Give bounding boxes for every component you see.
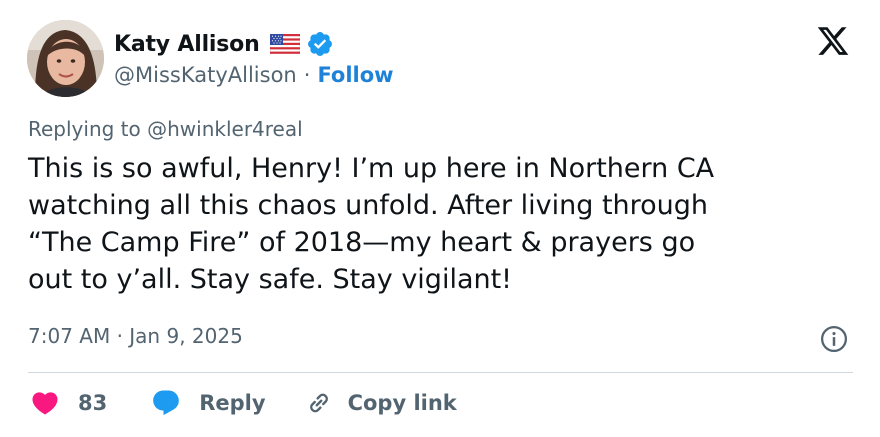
author-handle-row: @MissKatyAllison · Follow [114,61,394,89]
like-button[interactable]: 83 [30,388,107,418]
info-icon[interactable] [819,324,849,354]
heart-icon [32,392,58,415]
author-name-row: Katy Allison [114,28,334,60]
reply-label: Reply [199,391,266,415]
divider [28,372,853,373]
x-logo-icon[interactable] [815,24,851,58]
follow-button[interactable]: Follow [317,63,393,87]
like-count: 83 [78,391,108,415]
verified-badge-icon [307,32,332,56]
link-icon [309,393,328,413]
copy-link-label: Copy link [347,391,457,415]
action-bar: 83 Reply Copy link [30,386,457,420]
us-flag-icon [269,34,300,54]
tweet-text: This is so awful, Henry! I’m up here in … [28,153,715,295]
separator-dot: · [303,63,311,87]
replying-to-label[interactable]: Replying to @hwinkler4real [28,117,303,141]
copy-link-button[interactable]: Copy link [304,388,457,418]
avatar[interactable] [27,20,104,97]
reply-bubble-icon [153,390,180,416]
author-display-name[interactable]: Katy Allison [114,32,260,57]
reply-button[interactable]: Reply [151,388,266,418]
author-handle[interactable]: @MissKatyAllison [114,63,297,87]
avatar-photo [27,20,104,97]
tweet-timestamp[interactable]: 7:07 AM · Jan 9, 2025 [28,324,243,348]
